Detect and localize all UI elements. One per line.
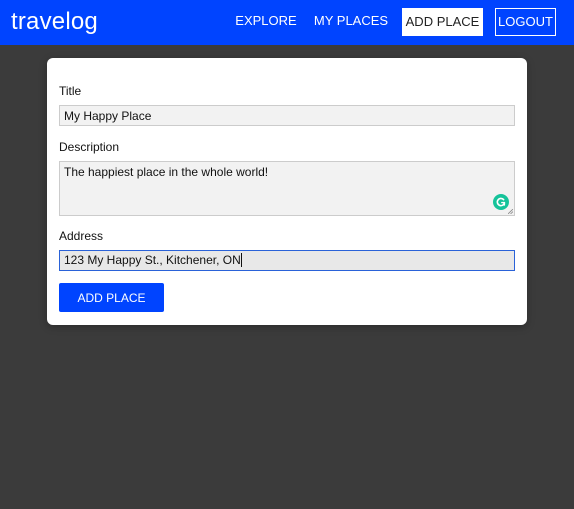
- address-label: Address: [59, 229, 104, 243]
- address-input-value: 123 My Happy St., Kitchener, ON: [64, 253, 241, 267]
- add-place-submit-button[interactable]: ADD PLACE: [59, 283, 164, 312]
- description-textarea[interactable]: The happiest place in the whole world!: [59, 161, 515, 216]
- new-place-form-card: Title Description The happiest place in …: [47, 58, 527, 325]
- title-label: Title: [59, 84, 82, 98]
- address-input[interactable]: 123 My Happy St., Kitchener, ON: [59, 250, 515, 271]
- nav-link-explore[interactable]: EXPLORE: [232, 8, 300, 36]
- description-label: Description: [59, 140, 120, 154]
- nav-link-add-place[interactable]: ADD PLACE: [402, 8, 483, 36]
- brand-logo[interactable]: travelog: [11, 8, 98, 36]
- grammarly-icon[interactable]: [493, 194, 509, 210]
- logout-button[interactable]: LOGOUT: [495, 8, 556, 36]
- title-input[interactable]: [59, 105, 515, 126]
- text-caret: [240, 253, 242, 267]
- nav-link-my-places[interactable]: MY PLACES: [313, 8, 389, 36]
- navbar: travelog EXPLORE MY PLACES ADD PLACE LOG…: [0, 0, 574, 45]
